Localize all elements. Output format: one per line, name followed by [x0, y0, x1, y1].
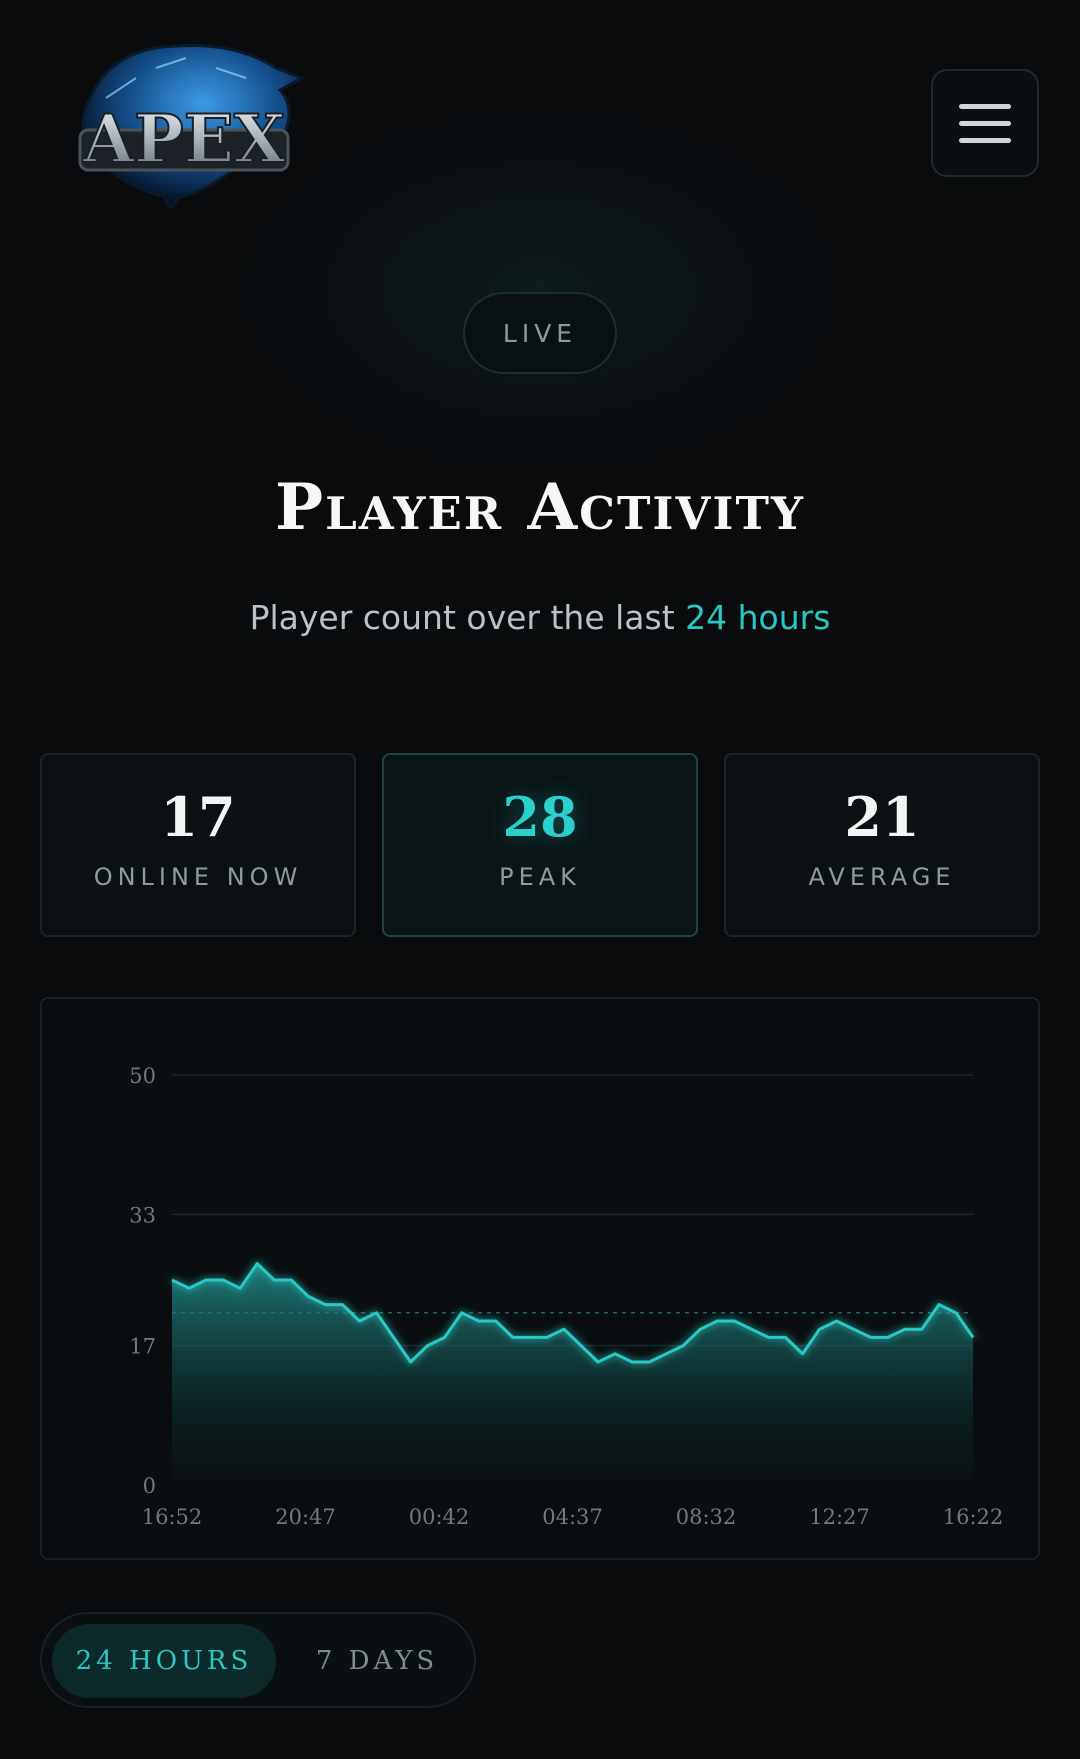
stat-label: AVERAGE [808, 863, 956, 891]
x-tick-label: 16:22 [943, 1505, 1004, 1529]
x-tick-label: 08:32 [676, 1505, 737, 1529]
x-tick-label: 20:47 [275, 1505, 336, 1529]
y-tick-label: 0 [143, 1474, 156, 1498]
stat-label: ONLINE NOW [93, 863, 303, 891]
page-subtitle: Player count over the last 24 hours [0, 598, 1080, 637]
stat-value: 28 [502, 785, 578, 849]
stat-peak: 28 PEAK [382, 753, 698, 937]
y-tick-label: 33 [129, 1203, 156, 1227]
player-activity-chart: 0 17 33 50 16:52 20:47 00:42 04:37 08:32 12:27 16:… [40, 997, 1040, 1560]
logo-text: APEX [82, 100, 286, 178]
range-option-24-hours[interactable]: 24 HOURS [52, 1624, 276, 1698]
hamburger-icon [959, 103, 1011, 109]
hamburger-icon-line [959, 137, 1011, 143]
stat-average: 21 AVERAGE [724, 753, 1040, 937]
y-tick-label: 50 [129, 1064, 156, 1088]
stat-value: 17 [160, 785, 236, 849]
series-area [172, 1263, 973, 1485]
range-toggle: 24 HOURS 7 DAYS [40, 1612, 476, 1708]
page-title: Player Activity [274, 470, 806, 545]
stat-label: PEAK [499, 863, 581, 891]
chart-svg: 0 17 33 50 16:52 20:47 00:42 04:37 08:32 12:27 16:… [129, 1064, 1004, 1529]
range-option-7-days[interactable]: 7 DAYS [292, 1624, 462, 1698]
hamburger-icon-line [959, 120, 1011, 126]
apex-logo: APEX [78, 44, 306, 208]
x-tick-label: 00:42 [409, 1505, 470, 1529]
x-tick-label: 16:52 [142, 1505, 203, 1529]
stat-online-now: 17 ONLINE NOW [40, 753, 356, 937]
live-badge: LIVE [463, 292, 617, 374]
stat-value: 21 [844, 785, 920, 849]
x-tick-label: 04:37 [542, 1505, 603, 1529]
y-tick-label: 17 [129, 1335, 156, 1359]
subtitle-text: Player count over the last [249, 598, 686, 637]
subtitle-accent: 24 hours [685, 598, 831, 637]
x-tick-label: 12:27 [809, 1505, 870, 1529]
hero-glow [240, 110, 840, 470]
menu-button[interactable] [931, 69, 1039, 177]
